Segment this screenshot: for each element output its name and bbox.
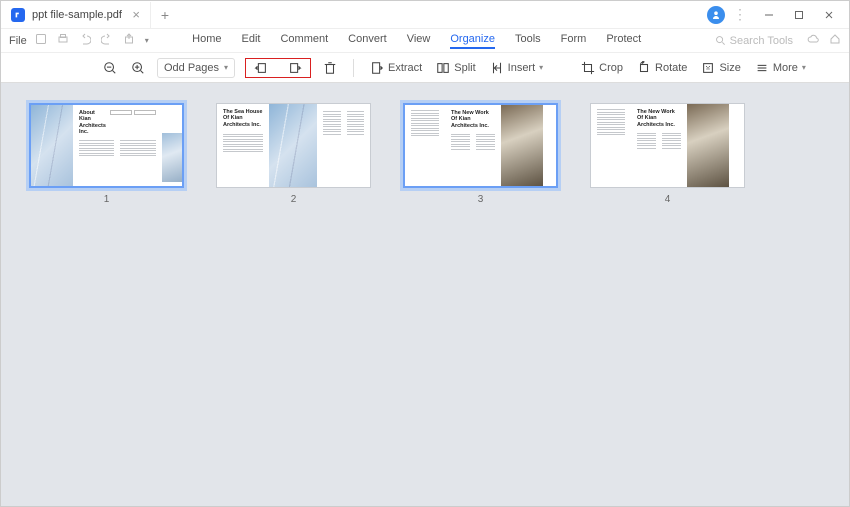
menu-comment[interactable]: Comment bbox=[280, 33, 328, 49]
cloud-icon[interactable] bbox=[807, 33, 819, 48]
rotate-left-button[interactable] bbox=[252, 61, 270, 75]
page-number-label: 2 bbox=[291, 194, 297, 205]
menu-form[interactable]: Form bbox=[561, 33, 587, 49]
menu-view[interactable]: View bbox=[407, 33, 431, 49]
undo-icon[interactable] bbox=[79, 33, 91, 48]
size-button[interactable]: Size bbox=[699, 61, 742, 75]
page-number-label: 1 bbox=[104, 194, 110, 205]
tab-title: ppt file-sample.pdf bbox=[32, 9, 122, 21]
chevron-down-icon: ▾ bbox=[224, 63, 228, 72]
menu-tools[interactable]: Tools bbox=[515, 33, 541, 49]
close-window-button[interactable] bbox=[815, 5, 843, 25]
page-thumbnail-1[interactable]: About Kian Architects Inc. 1 bbox=[29, 103, 184, 205]
window-controls: ⋮ bbox=[707, 5, 849, 25]
page-thumbnail-4[interactable]: The New Work Of Kian Architects Inc. 4 bbox=[590, 103, 745, 205]
quick-access-more-icon[interactable]: ▾ bbox=[145, 36, 149, 45]
main-menu: Home Edit Comment Convert View Organize Tools F… bbox=[192, 33, 671, 49]
split-button[interactable]: Split bbox=[434, 61, 477, 75]
document-tab[interactable]: ppt file-sample.pdf × bbox=[1, 2, 151, 28]
extract-button[interactable]: Extract bbox=[368, 61, 424, 75]
maximize-button[interactable] bbox=[785, 5, 813, 25]
page-number-label: 4 bbox=[665, 194, 671, 205]
minimize-button[interactable] bbox=[755, 5, 783, 25]
page-thumbnails-area: About Kian Architects Inc. 1 The Sea Hou… bbox=[1, 83, 849, 506]
highlighted-tools bbox=[245, 58, 311, 78]
page-thumbnail-3[interactable]: The New Work Of Kian Architects Inc. 3 bbox=[403, 103, 558, 205]
page-thumbnail-2[interactable]: The Sea House Of Kian Architects Inc. 2 bbox=[216, 103, 371, 205]
page-filter-label: Odd Pages bbox=[164, 62, 219, 74]
more-button[interactable]: More▾ bbox=[753, 61, 808, 75]
close-tab-icon[interactable]: × bbox=[132, 7, 140, 22]
insert-button[interactable]: Insert▾ bbox=[488, 61, 546, 75]
menu-protect[interactable]: Protect bbox=[606, 33, 641, 49]
user-avatar[interactable] bbox=[707, 6, 725, 24]
kebab-menu-icon[interactable]: ⋮ bbox=[727, 6, 753, 23]
rotate-right-button[interactable] bbox=[286, 61, 304, 75]
rotate-button[interactable]: Rotate bbox=[635, 61, 689, 75]
save-icon[interactable] bbox=[35, 33, 47, 48]
delete-button[interactable] bbox=[321, 61, 339, 75]
menu-home[interactable]: Home bbox=[192, 33, 221, 49]
print-icon[interactable] bbox=[57, 33, 69, 48]
app-icon bbox=[11, 8, 25, 22]
menu-organize[interactable]: Organize bbox=[450, 33, 495, 49]
redo-icon[interactable] bbox=[101, 33, 113, 48]
zoom-in-button[interactable] bbox=[129, 61, 147, 75]
page-filter-dropdown[interactable]: Odd Pages ▾ bbox=[157, 58, 235, 78]
new-tab-button[interactable]: + bbox=[151, 7, 179, 23]
home-icon[interactable] bbox=[829, 33, 841, 48]
titlebar: ppt file-sample.pdf × + ⋮ bbox=[1, 1, 849, 29]
file-menu[interactable]: File bbox=[9, 35, 35, 47]
crop-button[interactable]: Crop bbox=[579, 61, 625, 75]
menu-convert[interactable]: Convert bbox=[348, 33, 387, 49]
menubar: File ▾ Home Edit Comment Convert View Organiz… bbox=[1, 29, 849, 53]
share-icon[interactable] bbox=[123, 33, 135, 48]
zoom-out-button[interactable] bbox=[101, 61, 119, 75]
page-number-label: 3 bbox=[478, 194, 484, 205]
organize-toolbar: Odd Pages ▾ Extract Split Insert▾ Crop R… bbox=[1, 53, 849, 83]
search-tools[interactable]: Search Tools bbox=[715, 35, 793, 47]
search-tools-label: Search Tools bbox=[730, 35, 793, 47]
quick-access-icons: ▾ bbox=[35, 33, 149, 48]
menu-edit[interactable]: Edit bbox=[242, 33, 261, 49]
